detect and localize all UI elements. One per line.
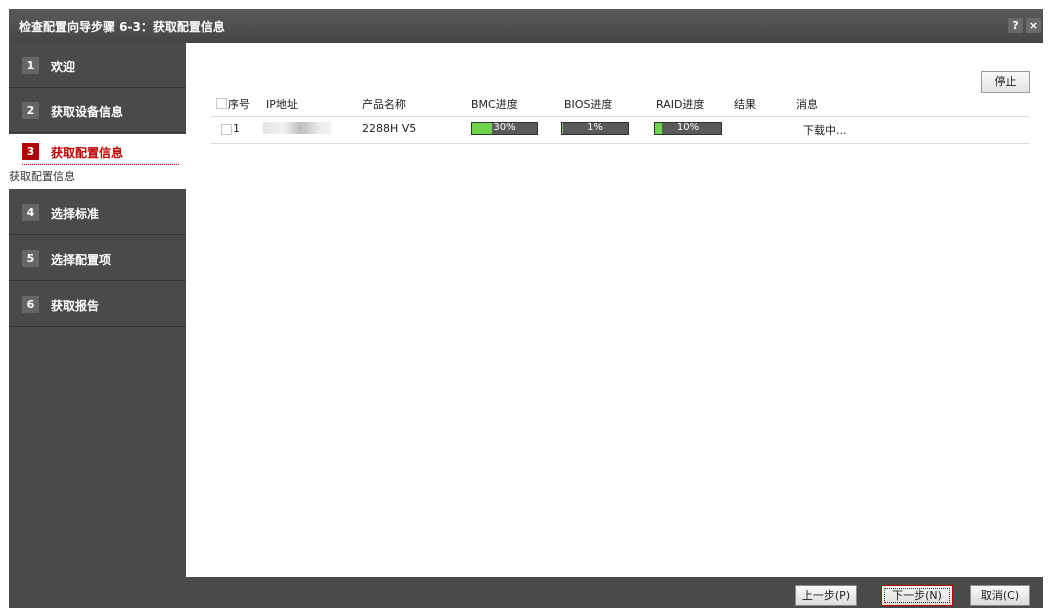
- step-divider: [22, 164, 179, 165]
- column-header-message: 消息: [796, 98, 818, 111]
- column-header-product: 产品名称: [362, 98, 406, 111]
- wizard-footer: 上一步(P) 下一步(N) 取消(C): [9, 577, 1043, 608]
- cancel-button[interactable]: 取消(C): [970, 585, 1030, 606]
- help-icon[interactable]: ?: [1008, 18, 1023, 33]
- row-checkbox[interactable]: [221, 124, 232, 135]
- row-seq: 1: [233, 122, 240, 135]
- row-message: 下载中...: [803, 124, 847, 137]
- window-title: 检查配置向导步骤 6-3：获取配置信息: [19, 20, 225, 34]
- step-number: 6: [22, 296, 39, 313]
- step-number: 3: [22, 143, 39, 160]
- bmc-progress-bar: 30%: [471, 122, 538, 135]
- raid-progress-text: 10%: [676, 122, 700, 133]
- raid-progress-bar: 10%: [654, 122, 722, 135]
- bios-progress-text: 1%: [587, 122, 603, 133]
- column-header-seq: 序号: [228, 98, 250, 111]
- main-content: 停止 序号 IP地址 产品名称 BMC进度 BIOS进度 RAID进度 结果 消…: [186, 43, 1043, 577]
- step-substep-label: 获取配置信息: [9, 170, 75, 183]
- table-row[interactable]: 1 2288H V5 30% 1% 10% 下载中...: [211, 116, 1029, 144]
- column-header-bmc: BMC进度: [471, 98, 518, 111]
- step-number: 2: [22, 102, 39, 119]
- step-label: 获取设备信息: [51, 105, 124, 119]
- bmc-progress-text: 30%: [493, 122, 516, 133]
- stop-button[interactable]: 停止: [981, 71, 1030, 93]
- step-get-device-info: 2 获取设备信息: [9, 88, 186, 133]
- step-get-config-info: 3 获取配置信息 获取配置信息: [9, 134, 186, 189]
- step-number: 1: [22, 57, 39, 74]
- step-label: 获取配置信息: [51, 146, 124, 160]
- step-number: 5: [22, 250, 39, 267]
- step-label: 选择标准: [51, 207, 100, 221]
- step-select-standard: 4 选择标准: [9, 190, 186, 235]
- column-header-result: 结果: [734, 98, 756, 111]
- step-welcome: 1 欢迎: [9, 43, 186, 88]
- step-select-config-items: 5 选择配置项: [9, 236, 186, 281]
- next-button[interactable]: 下一步(N): [881, 585, 953, 606]
- row-product: 2288H V5: [362, 122, 417, 135]
- select-all-checkbox[interactable]: [216, 98, 227, 109]
- title-bar: 检查配置向导步骤 6-3：获取配置信息 ? ×: [9, 9, 1043, 43]
- step-label: 获取报告: [51, 299, 100, 313]
- wizard-dialog: 检查配置向导步骤 6-3：获取配置信息 ? × 1 欢迎 2 获取设备信息 3 …: [9, 9, 1043, 608]
- step-number: 4: [22, 204, 39, 221]
- wizard-steps-sidebar: 1 欢迎 2 获取设备信息 3 获取配置信息 获取配置信息 4 选择标准 5 选…: [9, 43, 186, 577]
- bios-progress-bar: 1%: [561, 122, 629, 135]
- focus-ring: [884, 588, 950, 603]
- previous-button[interactable]: 上一步(P): [795, 585, 857, 606]
- step-label: 选择配置项: [51, 253, 112, 267]
- step-label: 欢迎: [51, 60, 76, 74]
- column-header-bios: BIOS进度: [564, 98, 613, 111]
- close-icon[interactable]: ×: [1026, 18, 1041, 33]
- column-header-raid: RAID进度: [656, 98, 705, 111]
- column-header-ip: IP地址: [266, 98, 298, 111]
- step-get-report: 6 获取报告: [9, 282, 186, 327]
- ip-address-redacted: [263, 122, 331, 134]
